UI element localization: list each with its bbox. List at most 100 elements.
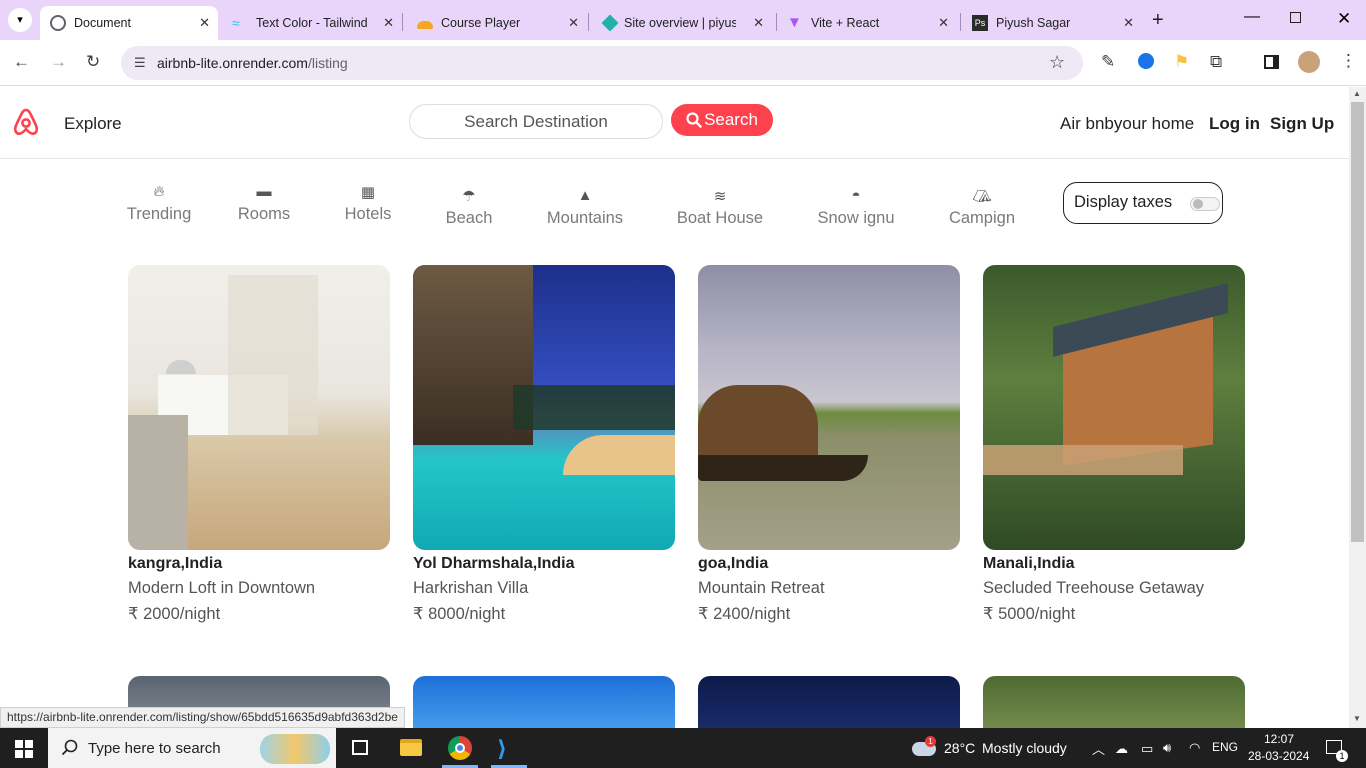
language-indicator[interactable]: ENG — [1212, 740, 1238, 754]
back-arrow-icon[interactable]: ← — [13, 52, 30, 72]
filter-beach[interactable]: ☂ Beach — [438, 187, 500, 228]
close-tab-icon[interactable]: ✕ — [753, 15, 764, 31]
side-panel-icon[interactable] — [1264, 55, 1279, 69]
onedrive-cloud-icon[interactable]: ☁ — [1115, 741, 1128, 757]
show-hidden-icons-chevron-icon[interactable]: ︿ — [1092, 739, 1105, 758]
filter-rooms[interactable]: ▬ Rooms — [230, 183, 298, 224]
extension-icon[interactable] — [1138, 53, 1154, 69]
windows-start-icon[interactable] — [15, 740, 33, 758]
listing-card[interactable]: kangra,India Modern Loft in Downtown ₹ 2… — [128, 265, 390, 624]
display-taxes-label: Display taxes — [1074, 193, 1173, 211]
airbnb-logo-icon[interactable] — [12, 107, 40, 137]
boat-hull-shape — [698, 455, 868, 481]
listing-image-bedroom[interactable] — [128, 265, 390, 550]
listing-card-image[interactable] — [413, 676, 675, 728]
display-taxes-toggle[interactable]: Display taxes — [1063, 182, 1223, 224]
listing-image-resort[interactable] — [413, 265, 675, 550]
scrollbar-thumb[interactable] — [1351, 102, 1364, 542]
igloo-icon: ◓ — [851, 187, 861, 204]
battery-icon[interactable]: ▭ — [1141, 741, 1153, 757]
url-text: airbnb-lite.onrender.com/listing — [157, 55, 348, 71]
browser-tab-strip: ▾ Document ✕ ≈ Text Color - Tailwind C ✕… — [0, 0, 1366, 40]
close-tab-icon[interactable]: ✕ — [199, 15, 210, 31]
search-input[interactable] — [409, 104, 663, 139]
listing-card[interactable]: goa,India Mountain Retreat ₹ 2400/night — [698, 265, 960, 624]
listing-price: ₹ 2400/night — [698, 605, 791, 623]
tab-tailwind[interactable]: ≈ Text Color - Tailwind C ✕ — [222, 6, 402, 40]
close-window-icon[interactable]: ✕ — [1337, 9, 1351, 29]
taxes-switch[interactable] — [1190, 197, 1220, 211]
weather-badge: 1 — [925, 736, 936, 747]
tab-title: Vite + React — [811, 16, 880, 30]
weather-description[interactable]: Mostly cloudy — [982, 740, 1067, 756]
vscode-app-icon[interactable]: ⟩ — [497, 736, 507, 762]
close-tab-icon[interactable]: ✕ — [568, 15, 579, 31]
listing-price: ₹ 8000/night — [413, 605, 506, 623]
close-tab-icon[interactable]: ✕ — [383, 15, 394, 31]
extensions-puzzle-icon[interactable]: ⧉ — [1210, 52, 1222, 72]
extension-flag-icon[interactable]: ⚑ — [1174, 52, 1189, 72]
filter-label: Snow ignu — [817, 209, 895, 227]
restore-icon[interactable] — [1290, 12, 1301, 23]
filter-snow-igloo[interactable]: ◓ Snow ignu — [812, 187, 900, 228]
taskbar-search-placeholder: Type here to search — [88, 740, 221, 757]
minimize-icon[interactable]: — — [1244, 8, 1260, 26]
filter-mountains[interactable]: ▲ Mountains — [540, 187, 630, 228]
profile-avatar[interactable] — [1298, 51, 1320, 73]
filter-boat-house[interactable]: ≋ Boat House — [670, 187, 770, 228]
filter-campign[interactable]: ⛺︎ Campign — [942, 187, 1022, 228]
listing-image-houseboat[interactable] — [698, 265, 960, 550]
listing-card[interactable]: Yol Dharmshala,India Harkrishan Villa ₹ … — [413, 265, 675, 624]
web-page: Explore Search Air bnbyour home Log in S… — [0, 87, 1349, 728]
close-tab-icon[interactable]: ✕ — [1123, 15, 1134, 31]
task-view-icon[interactable] — [352, 740, 368, 755]
tab-search-button[interactable]: ▾ — [8, 8, 32, 32]
wifi-icon[interactable]: ◠ — [1189, 740, 1200, 756]
bookmark-star-icon[interactable]: ☆ — [1049, 52, 1065, 73]
clock-time[interactable]: 12:07 — [1264, 732, 1294, 746]
search-button[interactable]: Search — [671, 104, 773, 136]
status-bar-link-preview: https://airbnb-lite.onrender.com/listing… — [0, 707, 405, 728]
tab-site-overview[interactable]: Site overview | piyush ✕ — [592, 6, 772, 40]
tab-vite-react[interactable]: ▼ Vite + React ✕ — [777, 6, 957, 40]
listing-card-image[interactable] — [983, 676, 1245, 728]
listing-card[interactable]: Manali,India Secluded Treehouse Getaway … — [983, 265, 1245, 624]
close-tab-icon[interactable]: ✕ — [938, 15, 949, 31]
chrome-app-icon[interactable] — [448, 736, 472, 760]
login-link[interactable]: Log in — [1209, 114, 1260, 134]
reload-icon[interactable]: ↻ — [86, 52, 100, 72]
clock-date[interactable]: 28-03-2024 — [1248, 749, 1309, 763]
filter-trending[interactable]: 🔥︎ Trending — [120, 183, 198, 224]
address-bar[interactable]: ☰ airbnb-lite.onrender.com/listing ☆ — [121, 46, 1083, 80]
speaker-icon[interactable]: 🔊︎ — [1163, 740, 1171, 756]
explore-link[interactable]: Explore — [64, 114, 122, 134]
chrome-menu-icon[interactable]: ⋮ — [1340, 51, 1357, 71]
scroll-down-arrow-icon[interactable]: ▼ — [1353, 714, 1361, 723]
notification-count-badge: 1 — [1336, 750, 1348, 762]
houseboat-shape — [698, 385, 818, 465]
filter-label: Rooms — [237, 205, 291, 223]
listing-price: ₹ 5000/night — [983, 605, 1076, 623]
listing-card-image[interactable] — [698, 676, 960, 728]
listing-location: Manali,India — [983, 555, 1075, 572]
chair-shape — [128, 415, 188, 550]
forward-arrow-icon[interactable]: → — [50, 52, 67, 72]
palm-trees-shape — [513, 385, 675, 430]
tab-document[interactable]: Document ✕ — [40, 6, 218, 40]
scroll-up-arrow-icon[interactable]: ▲ — [1353, 89, 1361, 98]
tab-piyush-sagar[interactable]: Ps Piyush Sagar ✕ — [962, 6, 1142, 40]
tab-course-player[interactable]: Course Player ✕ — [407, 6, 587, 40]
site-settings-icon[interactable]: ☰ — [134, 55, 146, 71]
listing-image-treehouse[interactable] — [983, 265, 1245, 550]
filter-hotels[interactable]: ▦ Hotels — [336, 183, 400, 224]
signup-link[interactable]: Sign Up — [1270, 114, 1334, 134]
page-scrollbar[interactable]: ▲ ▼ — [1349, 87, 1366, 728]
file-explorer-icon[interactable] — [400, 739, 422, 756]
tab-divider — [960, 13, 961, 31]
host-your-home-link[interactable]: Air bnbyour home — [1060, 114, 1194, 134]
eyedropper-extension-icon[interactable]: ✎ — [1101, 52, 1115, 72]
listing-price: ₹ 2000/night — [128, 605, 221, 623]
taskbar-search-box[interactable]: Type here to search — [48, 728, 336, 768]
new-tab-plus-icon[interactable]: + — [1152, 9, 1164, 32]
weather-temperature[interactable]: 28°C — [944, 740, 975, 756]
